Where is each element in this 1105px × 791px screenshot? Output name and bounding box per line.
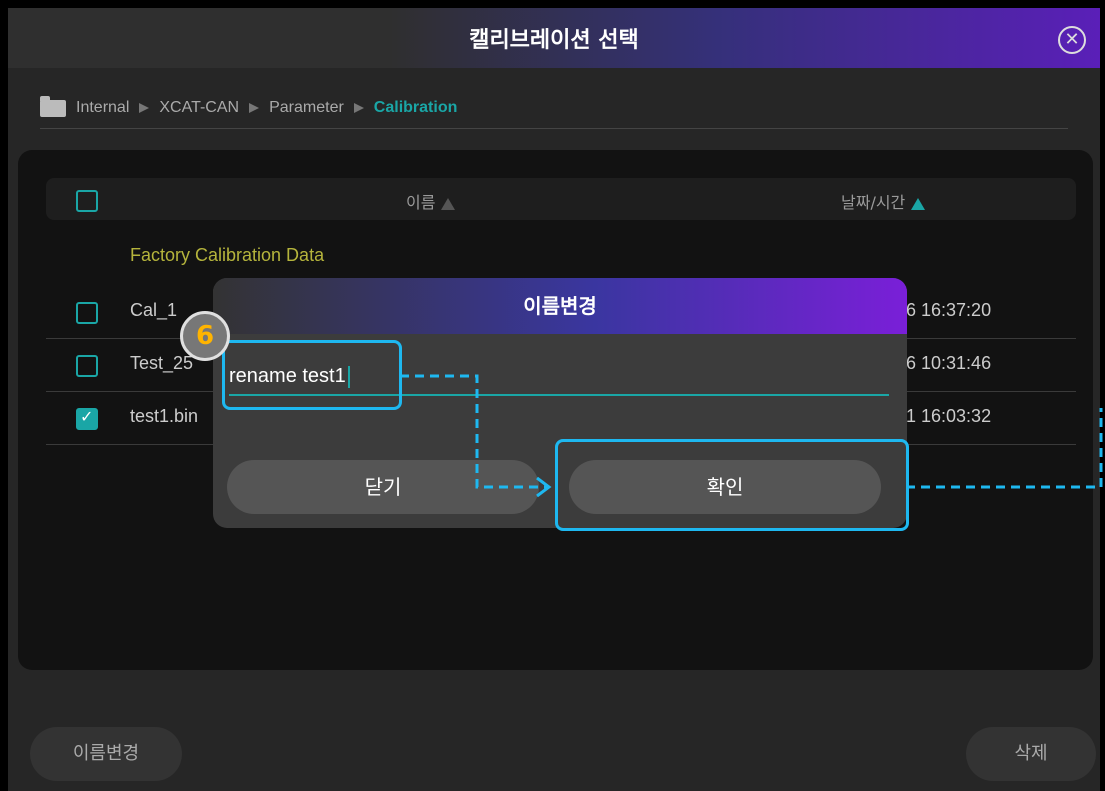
window-title: 캘리브레이션 선택 xyxy=(469,28,639,53)
column-header-name[interactable]: 이름 xyxy=(406,189,456,213)
chevron-right-icon xyxy=(249,103,260,113)
row-file-name: test1.bin xyxy=(130,406,199,426)
group-title: Factory Calibration Data xyxy=(130,245,325,265)
table-header: 이름 날짜/시간 xyxy=(46,178,1076,220)
breadcrumb-item-current[interactable]: Calibration xyxy=(374,99,458,117)
row-date: 6 10:31:46 xyxy=(906,353,992,373)
dialog-title: 이름변경 xyxy=(213,278,907,334)
row-date: 6 16:37:20 xyxy=(906,300,992,320)
row-file-name: Test_25 xyxy=(130,353,194,373)
chevron-right-icon xyxy=(353,103,364,113)
rename-button[interactable]: 이름변경 xyxy=(30,727,182,781)
breadcrumb-item[interactable]: Parameter xyxy=(269,99,344,117)
delete-button[interactable]: 삭제 xyxy=(966,727,1096,781)
folder-icon xyxy=(40,95,66,117)
close-icon[interactable]: ✕ xyxy=(1058,26,1086,54)
column-name-label: 이름 xyxy=(406,193,436,212)
column-date-label: 날짜/시간 xyxy=(841,193,906,212)
breadcrumb-item[interactable]: Internal xyxy=(76,99,129,117)
breadcrumb-item[interactable]: XCAT-CAN xyxy=(159,99,239,117)
chevron-right-icon xyxy=(139,103,150,113)
row-date: 1 16:03:32 xyxy=(906,406,992,426)
input-highlight-box xyxy=(222,340,402,410)
confirm-highlight-box xyxy=(555,439,909,531)
row-checkbox-checked[interactable] xyxy=(76,407,98,430)
row-file-name: Cal_1 xyxy=(130,300,178,320)
title-bar: 캘리브레이션 선택 ✕ xyxy=(8,8,1100,68)
row-checkbox[interactable] xyxy=(76,355,98,377)
sort-up-icon xyxy=(911,197,926,210)
step-badge: 6 xyxy=(180,311,230,361)
column-header-date[interactable]: 날짜/시간 xyxy=(841,189,926,213)
divider xyxy=(40,128,1068,129)
sort-up-icon xyxy=(441,197,456,210)
dialog-close-button[interactable]: 닫기 xyxy=(227,460,539,514)
row-checkbox[interactable] xyxy=(76,302,98,324)
breadcrumb: Internal XCAT-CAN Parameter Calibration xyxy=(40,95,458,120)
select-all-checkbox[interactable] xyxy=(76,190,98,212)
